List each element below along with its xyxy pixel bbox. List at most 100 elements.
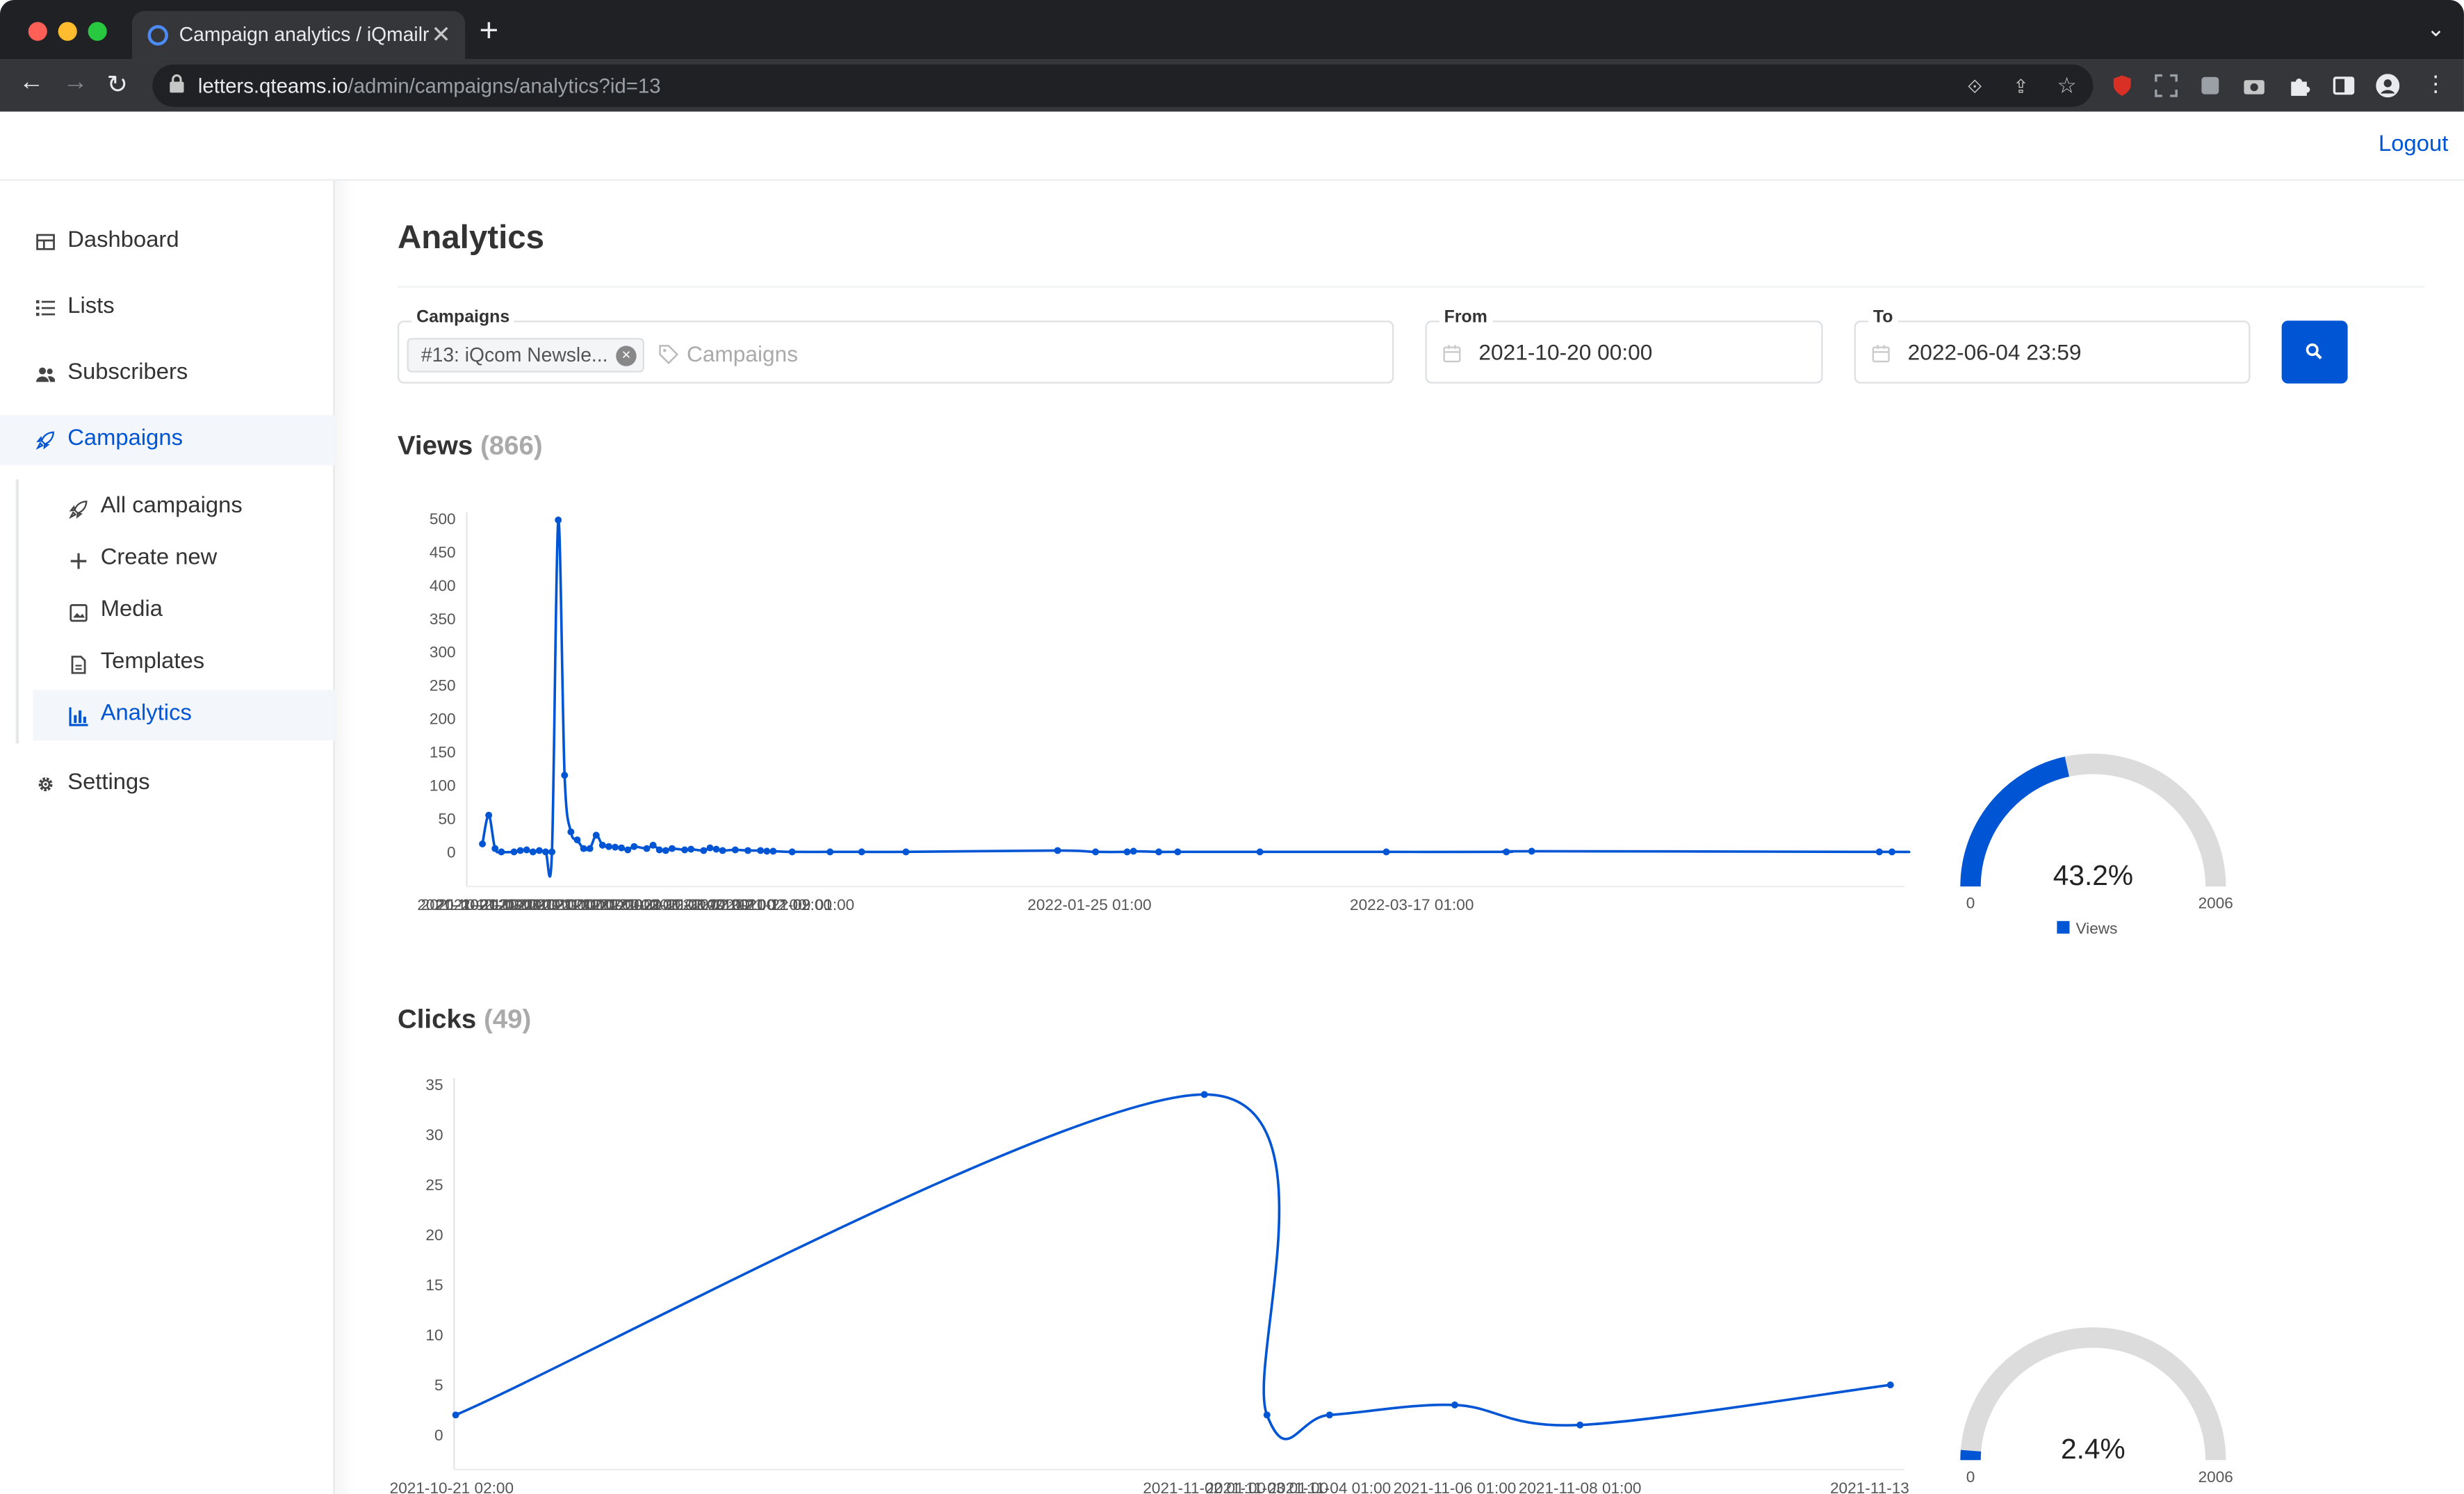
- views-data-point: [687, 845, 695, 853]
- views-data-point: [542, 848, 549, 856]
- views-data-point: [567, 828, 575, 836]
- views-y-tick-label: 500: [430, 510, 456, 528]
- views-data-point: [523, 846, 530, 854]
- views-gauge-legend-swatch: [2057, 920, 2070, 934]
- views-y-tick-label: 200: [430, 711, 456, 728]
- views-data-point: [630, 843, 638, 850]
- views-data-point: [744, 847, 751, 854]
- views-data-point: [1256, 848, 1264, 856]
- views-x-tick-label: 2022-01-25 01:00: [1027, 896, 1151, 914]
- views-gauge-legend-label: Views: [2076, 920, 2118, 937]
- views-data-point: [662, 847, 669, 854]
- views-data-point: [605, 843, 612, 850]
- analytics-charts: 0501001502002503003504004505002021-10-21…: [390, 510, 2233, 1494]
- views-data-point: [548, 848, 556, 856]
- clicks-gauge-percent: 2.4%: [2061, 1433, 2126, 1465]
- views-data-point: [555, 517, 562, 523]
- views-data-point: [624, 846, 632, 854]
- clicks-gauge-max-label: 2006: [2198, 1468, 2233, 1486]
- views-data-point: [1382, 848, 1390, 856]
- views-data-point: [1174, 848, 1182, 856]
- clicks-series-line: [455, 1093, 1891, 1440]
- views-data-point: [1155, 848, 1163, 856]
- clicks-y-tick-label: 10: [425, 1326, 443, 1344]
- clicks-gauge-min-label: 0: [1966, 1468, 1975, 1486]
- clicks-data-point: [1325, 1411, 1333, 1419]
- views-y-tick-label: 450: [430, 544, 456, 561]
- views-data-point: [700, 847, 708, 854]
- views-y-tick-label: 100: [430, 777, 456, 794]
- views-gauge-min-label: 0: [1966, 895, 1975, 912]
- views-y-tick-label: 350: [430, 610, 456, 628]
- views-data-point: [757, 847, 765, 854]
- views-data-point: [1092, 848, 1100, 856]
- views-data-point: [719, 847, 726, 854]
- views-data-point: [788, 848, 796, 856]
- views-data-point: [485, 811, 493, 819]
- views-x-tick-label: 2021-10-21 02:00: [421, 896, 545, 914]
- views-y-tick-label: 50: [438, 810, 455, 827]
- views-x-tick-label: 2022-03-17 01:00: [1350, 896, 1474, 914]
- views-data-point: [491, 845, 499, 852]
- views-data-point: [598, 841, 606, 849]
- clicks-y-tick-label: 0: [434, 1427, 443, 1444]
- clicks-y-tick-label: 15: [425, 1276, 443, 1294]
- views-data-point: [573, 836, 581, 844]
- views-data-point: [535, 847, 543, 854]
- views-data-point: [516, 847, 524, 854]
- views-data-point: [643, 845, 651, 852]
- clicks-x-tick-label: 2021-11-04 01:00: [1268, 1479, 1392, 1494]
- views-data-point: [1054, 847, 1061, 854]
- clicks-y-tick-label: 35: [425, 1076, 443, 1094]
- views-data-point: [858, 848, 865, 856]
- clicks-y-tick-label: 20: [425, 1226, 443, 1244]
- views-data-point: [1503, 848, 1510, 856]
- clicks-x-tick-label: 2021-11-13: [1830, 1479, 1909, 1494]
- views-data-point: [763, 847, 771, 855]
- views-gauge-max-label: 2006: [2198, 895, 2233, 912]
- views-data-point: [668, 845, 676, 852]
- views-data-point: [826, 848, 834, 856]
- views-data-point: [618, 844, 626, 852]
- views-data-point: [1528, 847, 1535, 855]
- views-y-tick-label: 250: [430, 677, 456, 695]
- views-data-point: [1875, 848, 1883, 856]
- views-data-point: [1129, 847, 1137, 855]
- views-y-tick-label: 400: [430, 577, 456, 594]
- views-data-point: [712, 845, 720, 853]
- clicks-x-tick-label: 2021-11-08 01:00: [1519, 1479, 1642, 1494]
- clicks-data-point: [1451, 1401, 1458, 1408]
- views-data-point: [649, 841, 657, 849]
- views-data-point: [612, 843, 619, 851]
- views-data-point: [479, 840, 487, 847]
- views-data-point: [706, 844, 714, 852]
- views-data-point: [510, 848, 518, 856]
- views-data-point: [561, 772, 569, 779]
- views-data-point: [592, 831, 600, 839]
- clicks-x-tick-label: 2021-11-06 01:00: [1394, 1479, 1517, 1494]
- clicks-data-point: [1263, 1411, 1271, 1419]
- views-data-point: [580, 845, 587, 852]
- clicks-data-point: [1886, 1381, 1894, 1389]
- views-y-tick-label: 150: [430, 743, 456, 761]
- views-data-point: [586, 845, 594, 852]
- views-data-point: [731, 846, 739, 854]
- clicks-y-tick-label: 25: [425, 1176, 443, 1194]
- views-series-line: [481, 518, 1911, 878]
- clicks-data-point: [1200, 1091, 1208, 1098]
- views-y-tick-label: 300: [430, 644, 456, 661]
- views-y-tick-label: 0: [447, 843, 456, 861]
- views-gauge-percent: 43.2%: [2053, 859, 2133, 891]
- views-data-point: [769, 847, 777, 855]
- clicks-y-tick-label: 30: [425, 1126, 443, 1144]
- clicks-x-tick-label: 2021-10-21 02:00: [390, 1479, 514, 1494]
- views-data-point: [681, 846, 689, 854]
- clicks-y-tick-label: 5: [434, 1377, 443, 1394]
- views-x-tick-label: 2021-12-09 01:00: [731, 896, 854, 914]
- views-data-point: [1888, 848, 1895, 856]
- views-data-point: [529, 848, 537, 856]
- views-data-point: [902, 848, 910, 856]
- views-data-point: [655, 846, 663, 854]
- views-data-point: [498, 848, 505, 856]
- views-data-point: [1123, 848, 1131, 856]
